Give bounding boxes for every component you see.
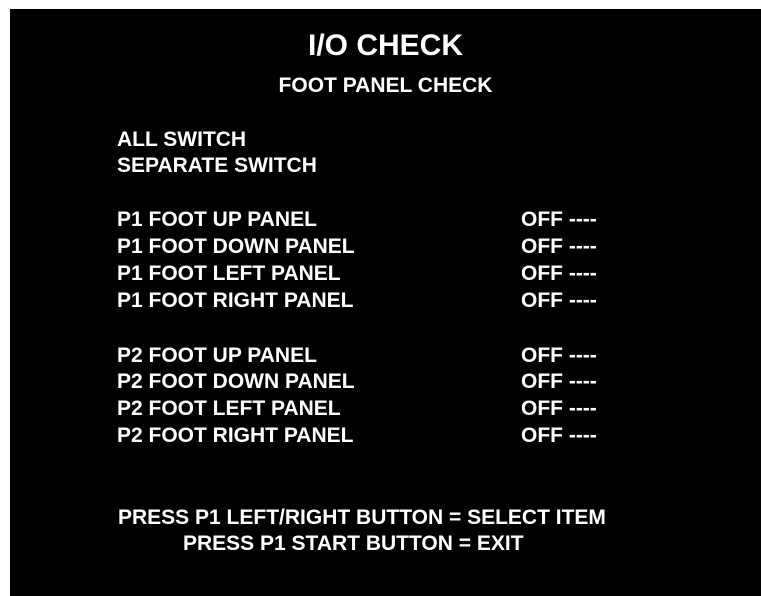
page-subtitle: FOOT PANEL CHECK bbox=[278, 74, 493, 97]
p2-foot-down-label: P2 FOOT DOWN PANEL bbox=[117, 370, 355, 393]
p2-foot-down-status: OFF ---- bbox=[521, 370, 597, 393]
p1-foot-down-label: P1 FOOT DOWN PANEL bbox=[117, 235, 355, 258]
p1-foot-right-label: P1 FOOT RIGHT PANEL bbox=[117, 289, 354, 312]
p1-foot-left-label: P1 FOOT LEFT PANEL bbox=[117, 262, 341, 285]
p2-foot-right-label: P2 FOOT RIGHT PANEL bbox=[117, 424, 354, 447]
page-title: I/O CHECK bbox=[307, 29, 463, 62]
p2-foot-left-status: OFF ---- bbox=[521, 397, 597, 420]
instruction-exit: PRESS P1 START BUTTON = EXIT bbox=[183, 532, 524, 555]
instruction-select-item: PRESS P1 LEFT/RIGHT BUTTON = SELECT ITEM bbox=[118, 506, 606, 529]
p1-foot-left-status: OFF ---- bbox=[521, 262, 597, 285]
p1-foot-up-status: OFF ---- bbox=[521, 208, 597, 231]
p2-foot-up-status: OFF ---- bbox=[521, 344, 597, 367]
io-check-screen: I/O CHECK FOOT PANEL CHECK ALL SWITCH SE… bbox=[10, 9, 761, 596]
p1-foot-up-label: P1 FOOT UP PANEL bbox=[117, 208, 317, 231]
p1-foot-down-status: OFF ---- bbox=[521, 235, 597, 258]
p1-foot-right-status: OFF ---- bbox=[521, 289, 597, 312]
p2-foot-left-label: P2 FOOT LEFT PANEL bbox=[117, 397, 341, 420]
p2-foot-up-label: P2 FOOT UP PANEL bbox=[117, 344, 317, 367]
menu-item-separate-switch[interactable]: SEPARATE SWITCH bbox=[117, 155, 317, 176]
menu-item-all-switch[interactable]: ALL SWITCH bbox=[117, 129, 246, 150]
p2-foot-right-status: OFF ---- bbox=[521, 424, 597, 447]
